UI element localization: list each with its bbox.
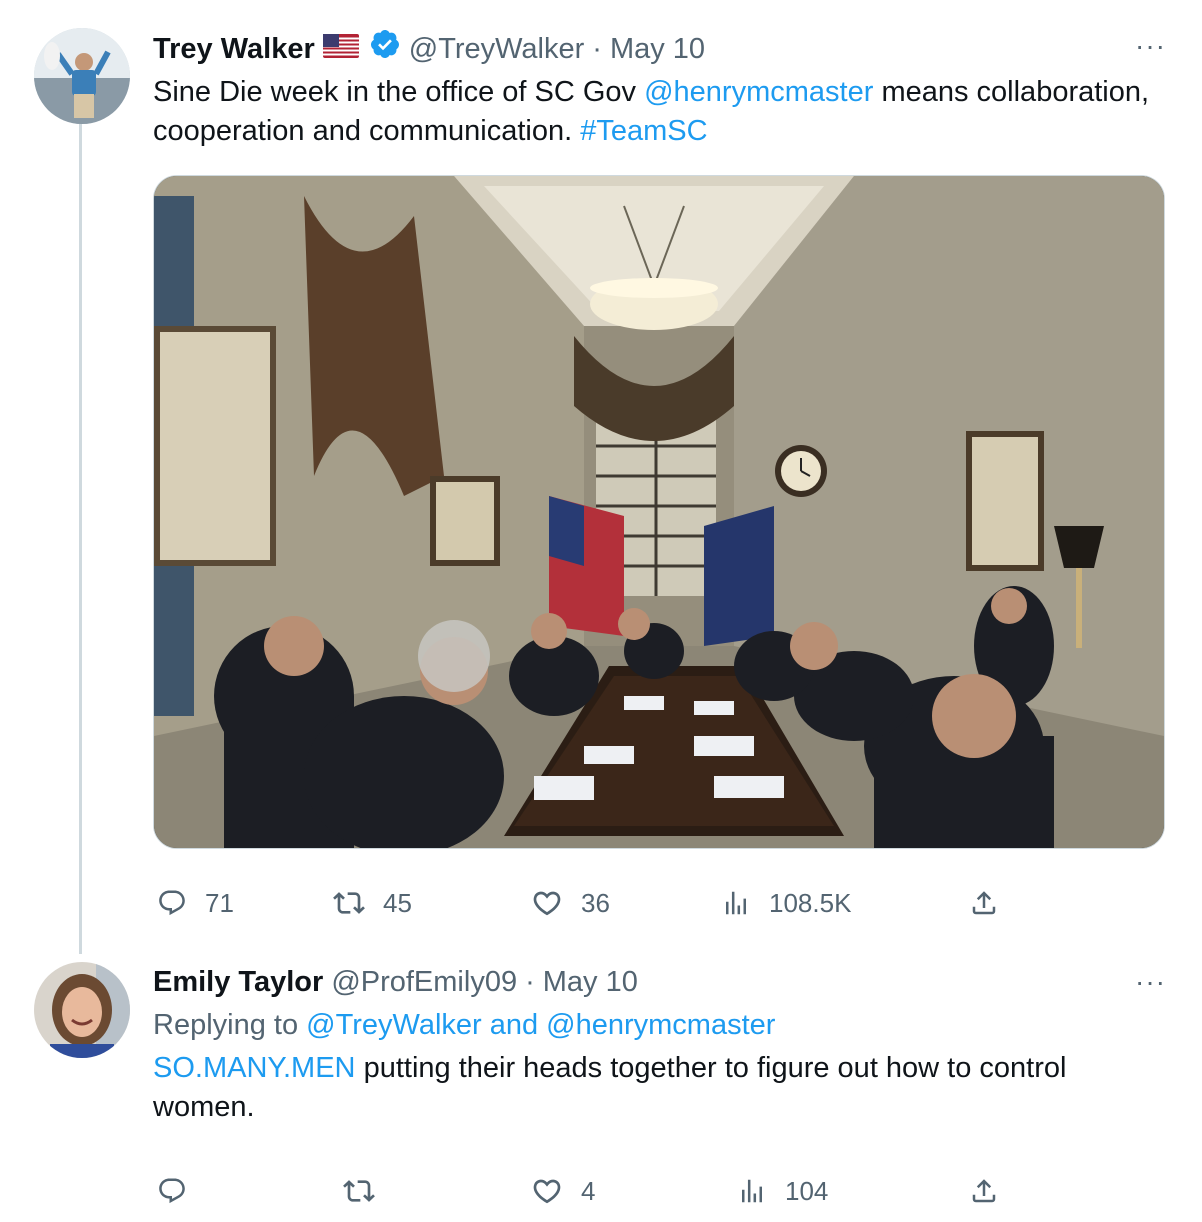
tweet-header: Trey Walker @TreyWalker · May 10 ··· — [153, 28, 1166, 69]
tweet-text: Sine Die week in the office of SC Gov @h… — [153, 73, 1166, 151]
views-count: 104 — [785, 1175, 829, 1206]
reply-count: 71 — [205, 887, 234, 918]
text-link[interactable]: SO.MANY.MEN — [153, 1052, 356, 1084]
tweet-trey-walker[interactable]: Trey Walker @TreyWalker · May 10 ··· Sin… — [153, 28, 1166, 923]
reply-icon — [159, 890, 185, 916]
mention-link[interactable]: @henrymcmaster — [644, 76, 873, 108]
tweet-actions: 4 104 — [153, 1171, 1166, 1211]
views-button[interactable]: 104 — [737, 1176, 828, 1207]
replying-to: Replying to @TreyWalker and @henrymcmast… — [153, 1006, 1166, 1045]
reply-icon — [159, 1178, 185, 1204]
hashtag-link[interactable]: #TeamSC — [580, 115, 707, 147]
tweet-text: SO.MANY.MEN putting their heads together… — [153, 1049, 1166, 1127]
replying-prefix: Replying to — [153, 1009, 307, 1041]
views-button[interactable]: 108.5K — [721, 888, 851, 919]
separator-dot: · — [525, 966, 535, 998]
like-count: 4 — [581, 1175, 596, 1206]
share-icon — [972, 891, 996, 915]
tweet-header: Emily Taylor @ProfEmily09 · May 10 ··· — [153, 964, 1166, 1000]
reply-button[interactable] — [157, 1176, 205, 1206]
author-handle[interactable]: @TreyWalker — [409, 31, 585, 67]
tweet-date[interactable]: May 10 — [543, 964, 638, 1000]
retweet-icon — [333, 892, 365, 914]
views-icon — [726, 891, 746, 915]
views-icon — [742, 1179, 762, 1203]
retweet-count: 45 — [383, 887, 412, 918]
retweet-button[interactable]: 45 — [333, 887, 412, 919]
reply-mention-treywalker[interactable]: @TreyWalker — [306, 1009, 482, 1041]
tweet-actions: 71 45 36 108.5K — [153, 883, 1166, 923]
tweet-date[interactable]: May 10 — [610, 31, 705, 67]
more-icon[interactable]: ··· — [1135, 964, 1166, 1000]
reply-and: and — [481, 1009, 547, 1041]
separator-dot: · — [592, 32, 602, 65]
like-icon — [533, 1179, 561, 1204]
tweet-text-part: Sine Die week in the office of SC Gov — [153, 76, 645, 108]
us-flag-icon — [322, 31, 359, 67]
tweet-photo[interactable] — [153, 175, 1165, 849]
author-name[interactable]: Trey Walker — [153, 31, 315, 67]
author-name[interactable]: Emily Taylor — [153, 964, 323, 1000]
thread-connector-line — [79, 122, 82, 954]
views-count: 108.5K — [769, 887, 852, 918]
more-icon[interactable]: ··· — [1135, 28, 1166, 64]
share-button[interactable] — [969, 1176, 999, 1206]
share-button[interactable] — [969, 888, 999, 918]
tweet-emily-taylor[interactable]: Emily Taylor @ProfEmily09 · May 10 ··· R… — [153, 964, 1166, 1211]
avatar-trey-walker[interactable] — [34, 28, 130, 124]
retweet-button[interactable] — [343, 1175, 393, 1207]
verified-badge-icon[interactable] — [369, 28, 401, 69]
avatar-emily-taylor[interactable] — [34, 962, 130, 1058]
retweet-icon — [343, 1180, 375, 1202]
share-icon — [972, 1179, 996, 1203]
like-count: 36 — [581, 887, 610, 918]
reply-button[interactable]: 71 — [157, 888, 234, 919]
reply-mention-henrymcmaster[interactable]: @henrymcmaster — [546, 1009, 775, 1041]
like-button[interactable]: 36 — [531, 887, 610, 919]
like-icon — [533, 891, 561, 916]
author-handle[interactable]: @ProfEmily09 — [331, 964, 517, 1000]
like-button[interactable]: 4 — [531, 1175, 595, 1207]
